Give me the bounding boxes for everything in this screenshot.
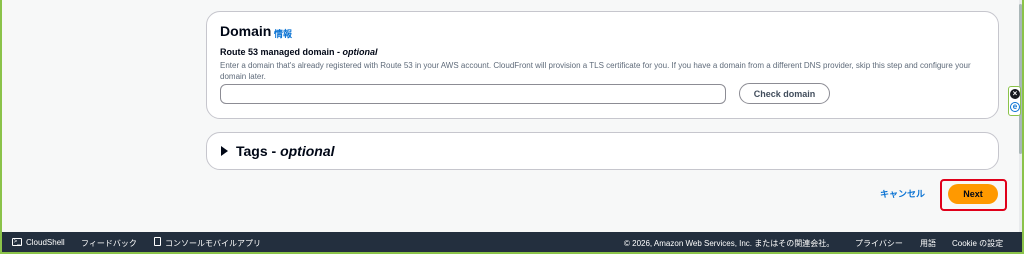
extension-e-icon[interactable]: e [1010, 102, 1020, 112]
cancel-button[interactable]: キャンセル [880, 187, 925, 200]
privacy-link[interactable]: プライバシー [855, 238, 903, 249]
domain-input[interactable] [220, 84, 726, 104]
route53-domain-description: Enter a domain that's already registered… [220, 61, 971, 81]
terms-link[interactable]: 用語 [920, 238, 936, 249]
close-icon[interactable]: × [1010, 89, 1020, 99]
next-button[interactable]: Next [948, 184, 998, 204]
copyright-text: © 2026, Amazon Web Services, Inc. またはその関… [624, 239, 835, 248]
check-domain-button[interactable]: Check domain [739, 83, 830, 104]
tags-expandable-section[interactable]: Tags - optional [206, 132, 999, 170]
tags-heading-text: Tags - [236, 143, 281, 159]
tags-heading[interactable]: Tags - optional [236, 143, 335, 159]
footer-bar: >_ CloudShell フィードバック コンソールモバイルアプリ © 202… [2, 232, 1022, 252]
extension-widget: × e [1008, 86, 1021, 116]
cloudshell-link[interactable]: CloudShell [26, 238, 65, 247]
tags-optional-label: optional [280, 143, 335, 159]
domain-container: Domain 情報 Route 53 managed domain - opti… [206, 11, 999, 119]
console-mobile-app-link[interactable]: コンソールモバイルアプリ [165, 238, 261, 249]
window-frame-left [0, 0, 2, 254]
optional-label: optional [342, 47, 378, 57]
route53-domain-label-text: Route 53 managed domain - [220, 47, 343, 57]
cloudshell-icon[interactable]: >_ [12, 238, 22, 246]
feedback-link[interactable]: フィードバック [81, 238, 137, 249]
caret-right-icon[interactable] [221, 146, 228, 156]
info-link[interactable]: 情報 [274, 27, 292, 40]
scrollbar-thumb[interactable] [1019, 4, 1022, 154]
mobile-icon[interactable] [154, 237, 161, 246]
domain-heading: Domain [220, 23, 272, 39]
route53-domain-label: Route 53 managed domain - optional [220, 47, 378, 57]
cookie-settings-link[interactable]: Cookie の設定 [952, 238, 1003, 249]
